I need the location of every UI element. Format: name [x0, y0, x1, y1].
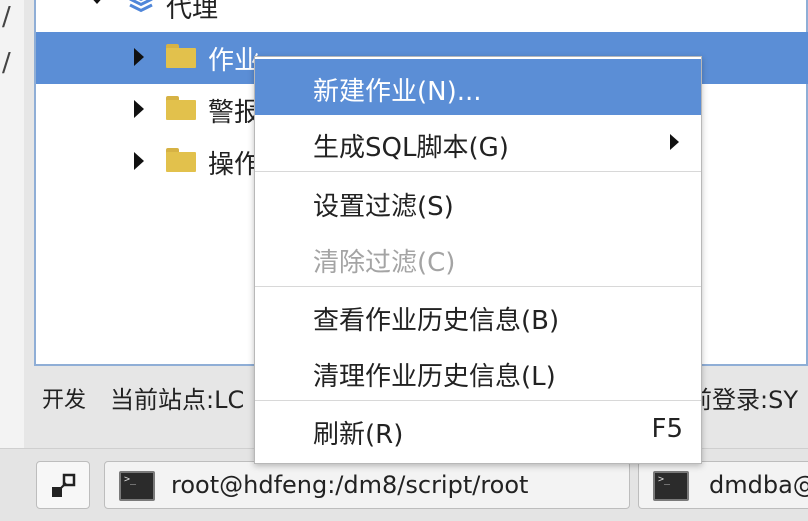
show-desktop-button[interactable] — [36, 461, 90, 509]
menu-item-refresh[interactable]: 刷新(R) F5 — [255, 402, 701, 458]
menu-item-label: 查看作业历史信息(B) — [313, 306, 560, 336]
folder-icon — [166, 44, 196, 68]
menu-item-label: 清除过滤(C) — [313, 248, 456, 278]
status-current-login: 前登录:SY — [688, 386, 798, 414]
status-current-site: 当前站点:LC — [110, 386, 245, 414]
menu-item-label: 清理作业历史信息(L) — [313, 362, 556, 392]
menu-item-label: 刷新(R) — [313, 420, 404, 450]
expand-arrow-icon[interactable] — [134, 152, 144, 170]
menu-item-view-job-history[interactable]: 查看作业历史信息(B) — [255, 288, 701, 344]
taskbar-item-terminal-dmdba[interactable]: >_ dmdba@ — [638, 461, 808, 509]
tree-node-label: 警报 — [208, 98, 261, 128]
menu-item-set-filter[interactable]: 设置过滤(S) — [255, 174, 701, 230]
menu-item-shortcut: F5 — [651, 414, 684, 444]
submenu-arrow-icon — [670, 134, 679, 150]
menu-item-clear-job-history[interactable]: 清理作业历史信息(L) — [255, 344, 701, 400]
expand-arrow-icon[interactable] — [88, 0, 106, 4]
layers-icon — [129, 0, 153, 13]
terminal-icon: >_ — [653, 471, 689, 501]
tree-node-label: 操作 — [208, 150, 261, 180]
folder-icon — [166, 148, 196, 172]
menu-item-label: 生成SQL脚本(G) — [313, 133, 509, 163]
taskbar-item-label: dmdba@ — [709, 471, 808, 499]
path-separator: / — [2, 48, 11, 78]
menu-item-clear-filter: 清除过滤(C) — [255, 230, 701, 286]
menu-item-new-job[interactable]: 新建作业(N)... — [255, 59, 701, 115]
context-menu: 新建作业(N)... 生成SQL脚本(G) 设置过滤(S) 清除过滤(C) 查看… — [254, 56, 702, 464]
menu-separator — [255, 286, 701, 287]
menu-item-generate-sql[interactable]: 生成SQL脚本(G) — [255, 115, 701, 171]
tree-node-label: 作业 — [208, 46, 261, 76]
background-window-edge: / / — [0, 0, 25, 520]
window-restore-icon — [52, 473, 76, 497]
taskbar-item-label: root@hdfeng:/dm8/script/root — [171, 471, 529, 499]
expand-arrow-icon[interactable] — [134, 100, 144, 118]
status-mode: 开发 — [42, 388, 87, 413]
tree-node-label: 代理 — [166, 0, 219, 24]
menu-separator — [255, 171, 701, 172]
expand-arrow-icon[interactable] — [134, 48, 144, 66]
taskbar-item-terminal-root[interactable]: >_ root@hdfeng:/dm8/script/root — [104, 461, 630, 509]
tree-node-agent[interactable]: 代理 — [36, 0, 808, 34]
menu-item-label: 设置过滤(S) — [313, 192, 454, 222]
folder-icon — [166, 96, 196, 120]
menu-separator — [255, 400, 701, 401]
terminal-icon: >_ — [119, 471, 155, 501]
menu-item-label: 新建作业(N)... — [313, 77, 482, 107]
path-separator: / — [2, 2, 11, 32]
